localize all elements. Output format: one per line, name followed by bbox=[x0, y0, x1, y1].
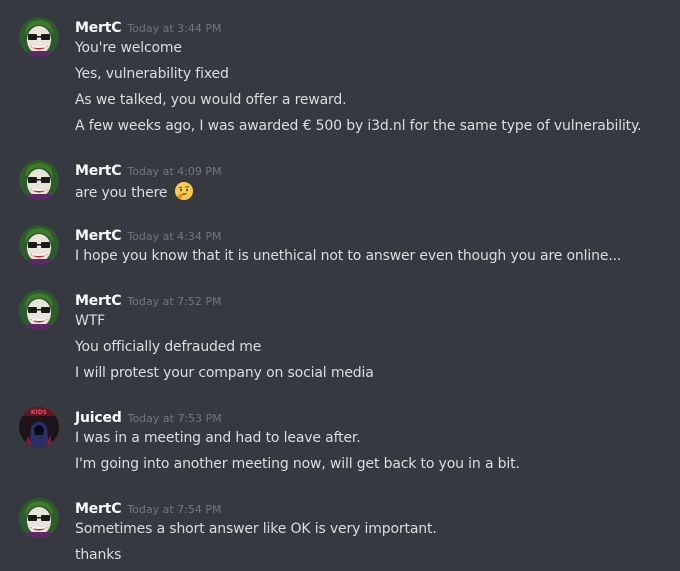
message-header: MertC Today at 7:54 PM bbox=[75, 498, 222, 520]
message-text: You officially defrauded me bbox=[75, 339, 262, 355]
hooded-figure-avatar-icon[interactable]: KIDS bbox=[19, 407, 59, 447]
timestamp: Today at 7:52 PM bbox=[127, 295, 222, 308]
username[interactable]: MertC bbox=[75, 20, 122, 36]
joker-avatar-icon[interactable] bbox=[19, 225, 59, 265]
svg-text:KIDS: KIDS bbox=[31, 409, 47, 416]
message-header: MertC Today at 7:52 PM bbox=[75, 290, 222, 312]
timestamp: Today at 7:53 PM bbox=[127, 412, 222, 425]
message-text: are you there bbox=[75, 181, 194, 203]
joker-avatar-icon[interactable] bbox=[19, 498, 59, 538]
message-text: Yes, vulnerability fixed bbox=[75, 66, 229, 82]
message-text: I will protest your company on social me… bbox=[75, 365, 374, 381]
message-text: Sometimes a short answer like OK is very… bbox=[75, 521, 437, 537]
message-text: I was in a meeting and had to leave afte… bbox=[75, 430, 361, 446]
username[interactable]: MertC bbox=[75, 293, 122, 309]
joker-avatar-icon[interactable] bbox=[19, 17, 59, 57]
message-text: A few weeks ago, I was awarded € 500 by … bbox=[75, 118, 642, 134]
joker-avatar-icon[interactable] bbox=[19, 160, 59, 200]
message-text: I'm going into another meeting now, will… bbox=[75, 456, 520, 472]
message-header: MertC Today at 4:34 PM bbox=[75, 225, 222, 247]
chat-messages: MertC Today at 3:44 PM You're welcome Yes… bbox=[0, 0, 680, 571]
timestamp: Today at 7:54 PM bbox=[127, 503, 222, 516]
message-text: I hope you know that it is unethical not… bbox=[75, 248, 622, 264]
timestamp: Today at 3:44 PM bbox=[127, 22, 222, 35]
message-text: thanks bbox=[75, 547, 122, 563]
username[interactable]: MertC bbox=[75, 163, 122, 179]
username[interactable]: Juiced bbox=[75, 410, 122, 426]
joker-avatar-icon[interactable] bbox=[19, 290, 59, 330]
message-text: WTF bbox=[75, 313, 105, 329]
timestamp: Today at 4:09 PM bbox=[127, 165, 222, 178]
message-header: Juiced Today at 7:53 PM bbox=[75, 407, 222, 429]
username[interactable]: MertC bbox=[75, 501, 122, 517]
message-text: As we talked, you would offer a reward. bbox=[75, 92, 347, 108]
username[interactable]: MertC bbox=[75, 228, 122, 244]
message-text-content: are you there bbox=[75, 185, 168, 201]
message-header: MertC Today at 4:09 PM bbox=[75, 160, 222, 182]
message-header: MertC Today at 3:44 PM bbox=[75, 17, 222, 39]
message-text: You're welcome bbox=[75, 40, 182, 56]
timestamp: Today at 4:34 PM bbox=[127, 230, 222, 243]
thinking-face-emoji-icon[interactable] bbox=[174, 181, 194, 201]
